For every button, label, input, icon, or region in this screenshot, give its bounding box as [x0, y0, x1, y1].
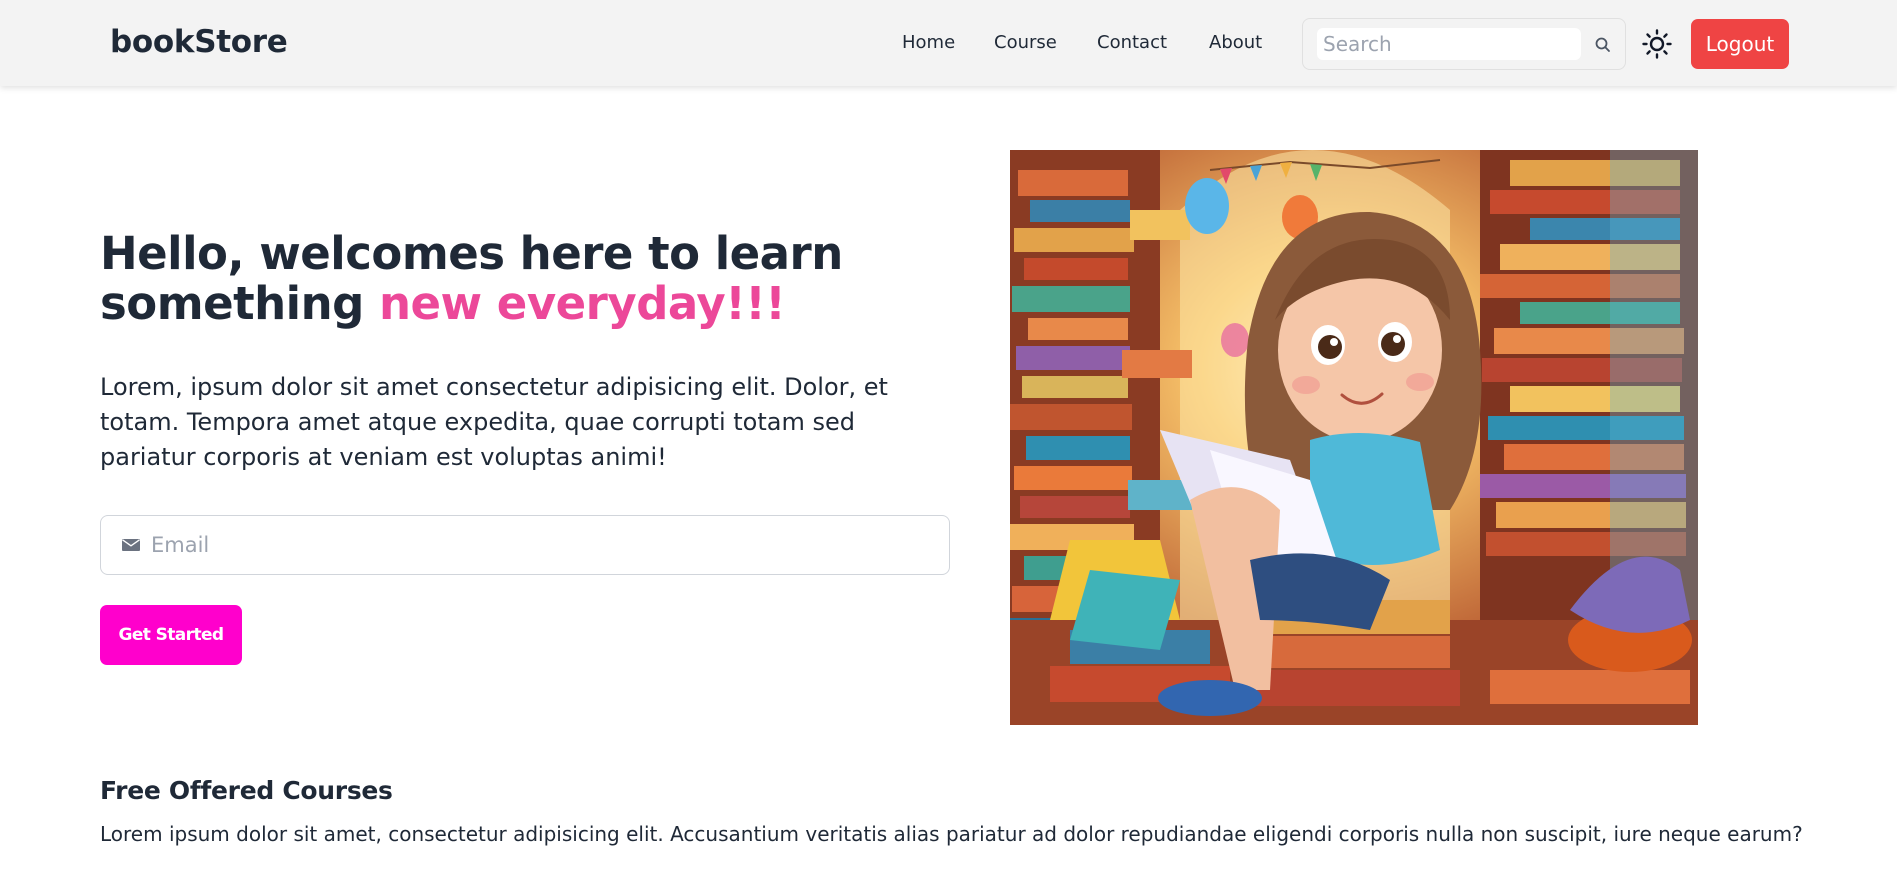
hero-illustration	[1010, 150, 1698, 725]
email-field	[100, 515, 950, 575]
brand-logo[interactable]: bookStore	[110, 24, 288, 60]
hero-title-accent: new everyday!!!	[379, 277, 786, 330]
navbar: bookStore Home Course Contact About Logo…	[0, 0, 1897, 86]
search-icon[interactable]	[1593, 35, 1613, 55]
nav-link-course[interactable]: Course	[994, 32, 1057, 53]
nav-link-home[interactable]: Home	[902, 32, 955, 53]
logout-button[interactable]: Logout	[1691, 19, 1789, 69]
email-input[interactable]	[151, 528, 931, 562]
envelope-icon	[122, 539, 140, 551]
nav-link-about[interactable]: About	[1209, 32, 1262, 53]
search-input[interactable]	[1317, 28, 1581, 60]
get-started-button[interactable]: Get Started	[100, 605, 242, 665]
sun-icon[interactable]	[1641, 28, 1673, 60]
courses-heading: Free Offered Courses	[100, 776, 393, 805]
search-box	[1302, 18, 1626, 70]
hero-description: Lorem, ipsum dolor sit amet consectetur …	[100, 373, 888, 471]
hero-title: Hello, welcomes here to learn something …	[100, 229, 960, 329]
nav-link-contact[interactable]: Contact	[1097, 32, 1167, 53]
courses-description: Lorem ipsum dolor sit amet, consectetur …	[100, 822, 1803, 846]
reading-girl-illustration	[1010, 150, 1698, 725]
